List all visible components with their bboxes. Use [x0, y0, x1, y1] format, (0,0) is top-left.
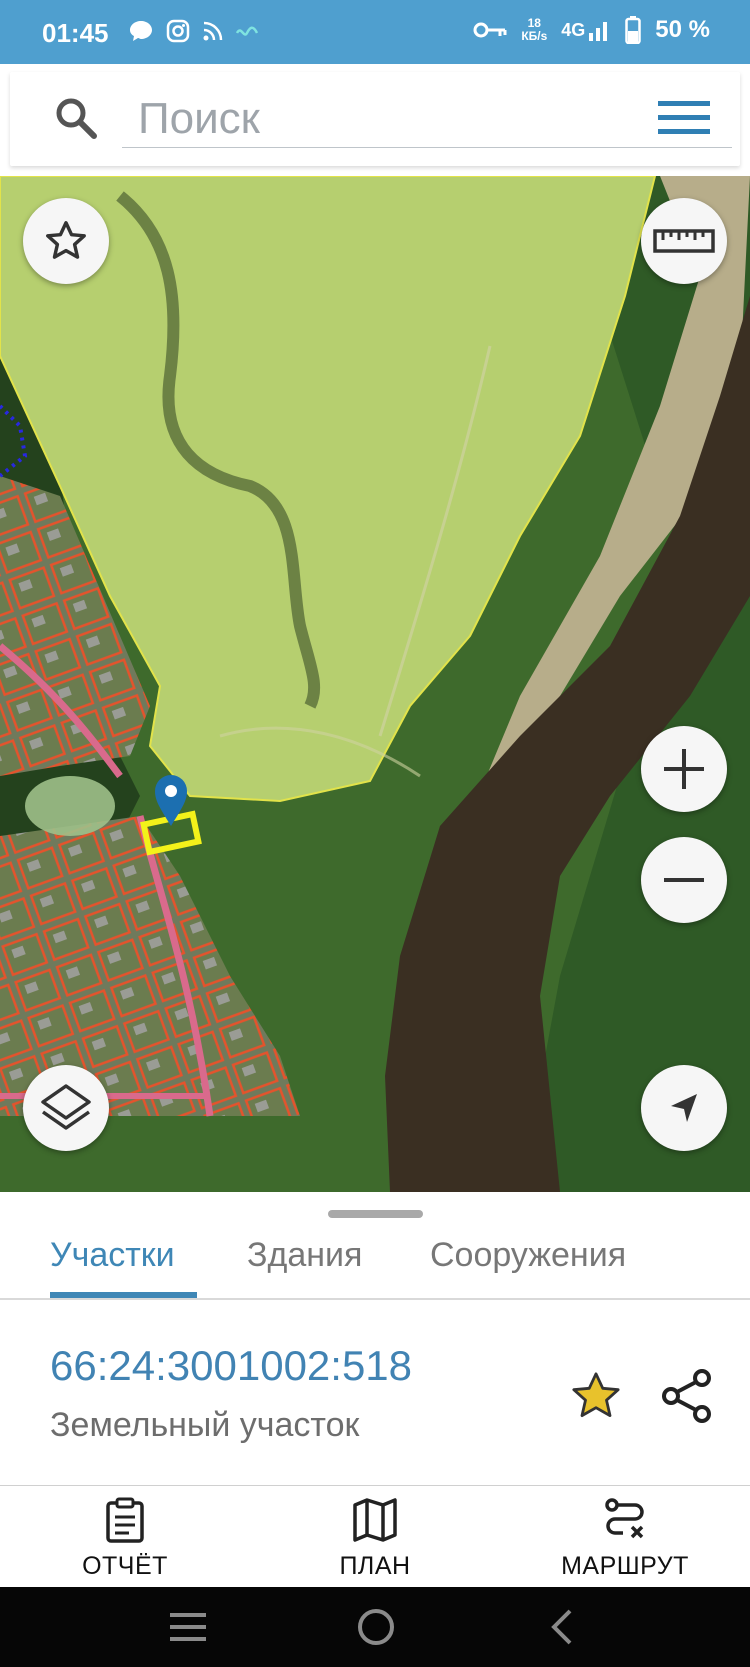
favorite-star-icon	[46, 221, 86, 259]
locate-icon	[671, 1094, 697, 1122]
layers-button[interactable]	[23, 1065, 109, 1151]
bottom-navigation: ОТЧЁТ ПЛАН МАРШРУТ	[0, 1487, 750, 1587]
status-right: 18 КБ/s 4G 50 %	[473, 16, 710, 44]
zoom-in-button[interactable]	[641, 726, 727, 812]
satellite-map[interactable]	[0, 176, 750, 1192]
battery-icon	[625, 16, 642, 44]
search-bar	[10, 72, 740, 166]
key-icon	[473, 22, 507, 38]
parcel-card[interactable]: 66:24:3001002:518 Земельный участок	[0, 1300, 750, 1486]
ruler-button[interactable]	[641, 198, 727, 284]
hamburger-menu-icon[interactable]	[658, 98, 710, 138]
signal-icon	[589, 22, 608, 41]
notification-icons	[128, 18, 258, 44]
recents-icon[interactable]	[168, 1609, 208, 1645]
nav-report[interactable]: ОТЧЁТ	[35, 1497, 215, 1581]
system-navigation	[0, 1587, 750, 1667]
map-view[interactable]	[0, 176, 750, 1192]
layers-icon	[41, 1084, 91, 1130]
share-icon[interactable]	[660, 1368, 714, 1424]
zoom-in-icon	[664, 749, 704, 789]
search-input[interactable]	[122, 90, 732, 148]
favorites-button[interactable]	[23, 198, 109, 284]
battery-level: 50 %	[655, 16, 710, 43]
cadastral-number[interactable]: 66:24:3001002:518	[50, 1342, 412, 1390]
zoom-out-icon	[664, 878, 704, 882]
zoom-out-button[interactable]	[641, 837, 727, 923]
back-icon[interactable]	[548, 1609, 574, 1645]
clipboard-report-icon	[106, 1497, 144, 1543]
rss-icon	[203, 21, 223, 41]
home-icon[interactable]	[356, 1607, 396, 1647]
status-time: 01:45	[42, 18, 109, 48]
map-plan-icon	[353, 1498, 397, 1542]
chat-icon	[130, 21, 152, 41]
status-bar: 01:45 18 КБ/s 4G 50 %	[0, 0, 750, 64]
nav-route[interactable]: МАРШРУТ	[535, 1497, 715, 1581]
tab-parcels[interactable]: Участки	[50, 1236, 175, 1275]
sheet-drag-handle[interactable]	[328, 1210, 423, 1218]
route-icon	[605, 1498, 644, 1539]
object-tabs: Участки Здания Сооружения	[0, 1218, 750, 1300]
favorite-star-icon[interactable]	[568, 1368, 624, 1424]
ruler-icon	[653, 229, 715, 253]
locate-button[interactable]	[641, 1065, 727, 1151]
network-indicator: 4G	[561, 19, 611, 41]
search-icon[interactable]	[54, 96, 98, 140]
wave-icon	[236, 26, 258, 36]
parcel-type: Земельный участок	[50, 1406, 360, 1444]
instagram-icon	[166, 19, 190, 43]
network-speed: 18 КБ/s	[521, 16, 548, 43]
active-tab-indicator	[50, 1292, 197, 1298]
tab-structures[interactable]: Сооружения	[430, 1236, 626, 1275]
nav-plan[interactable]: ПЛАН	[285, 1497, 465, 1581]
tab-buildings[interactable]: Здания	[247, 1236, 362, 1275]
